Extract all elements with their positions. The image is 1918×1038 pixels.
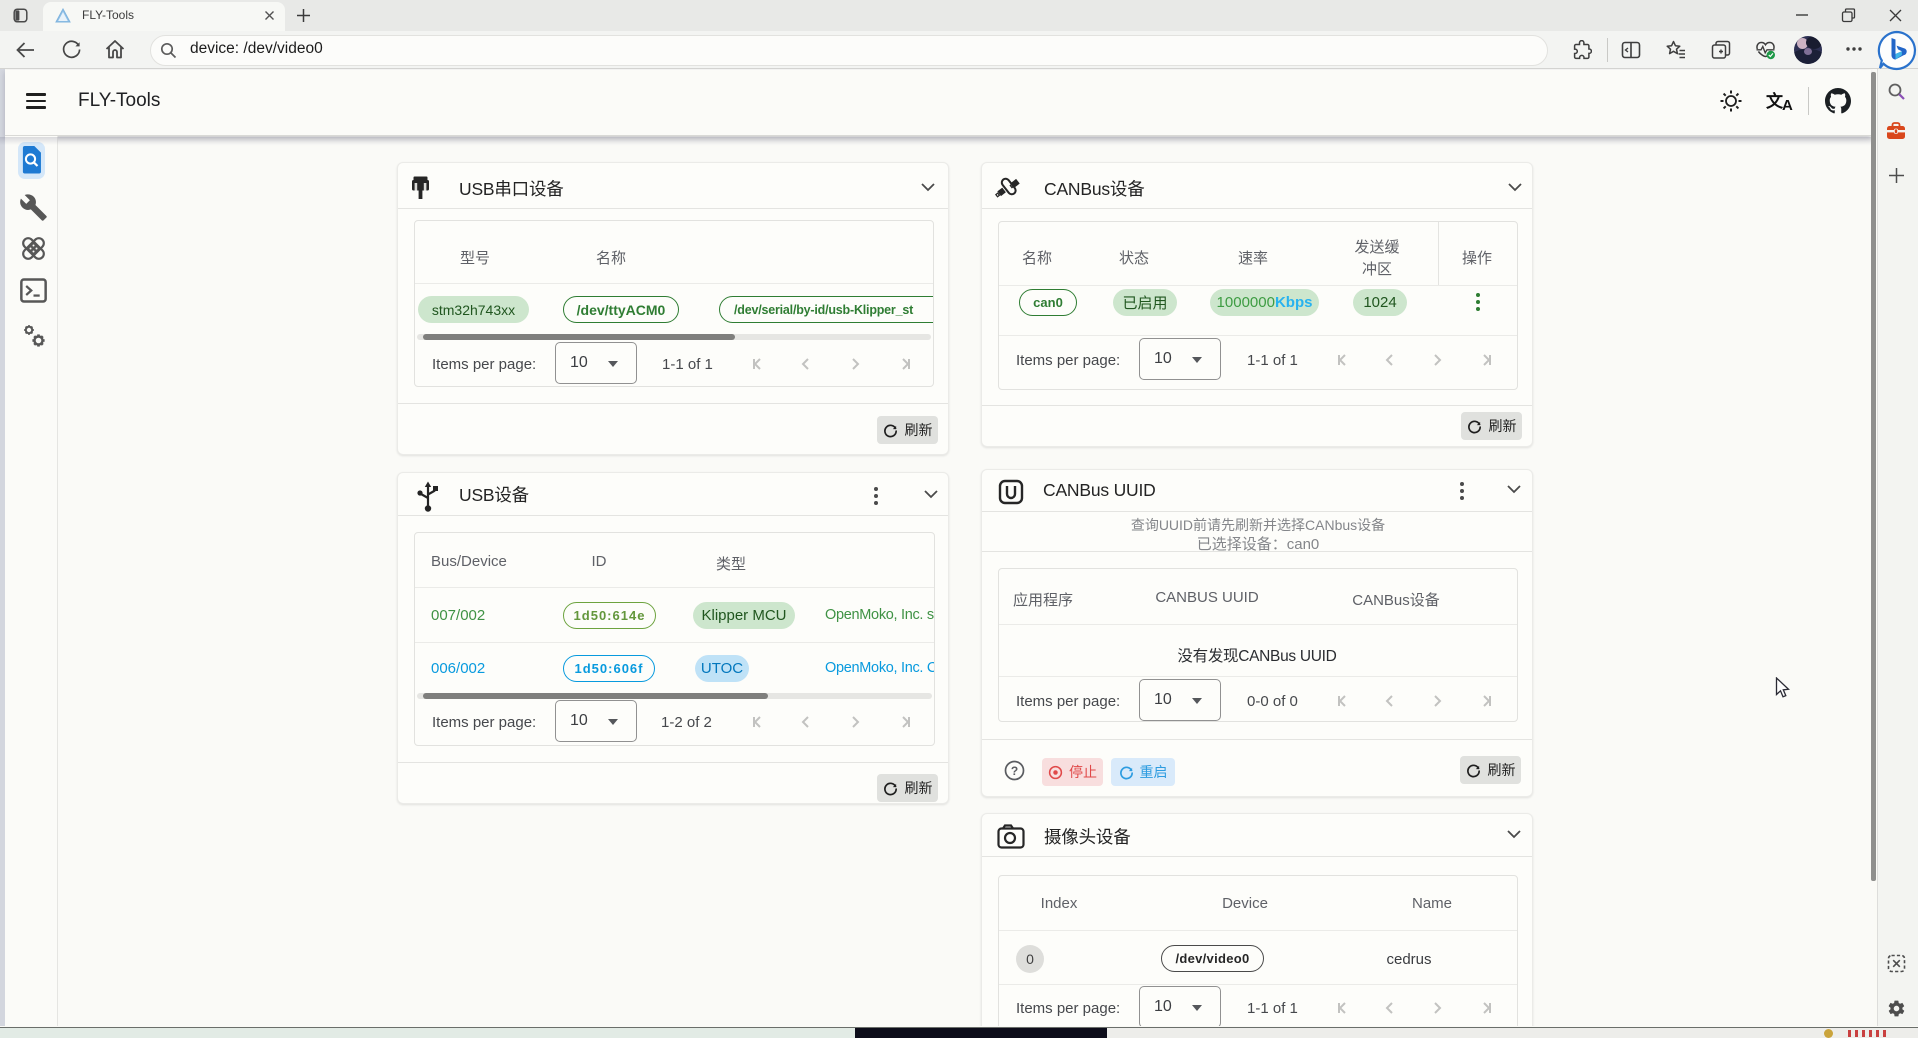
- svg-text:?: ?: [1011, 764, 1018, 778]
